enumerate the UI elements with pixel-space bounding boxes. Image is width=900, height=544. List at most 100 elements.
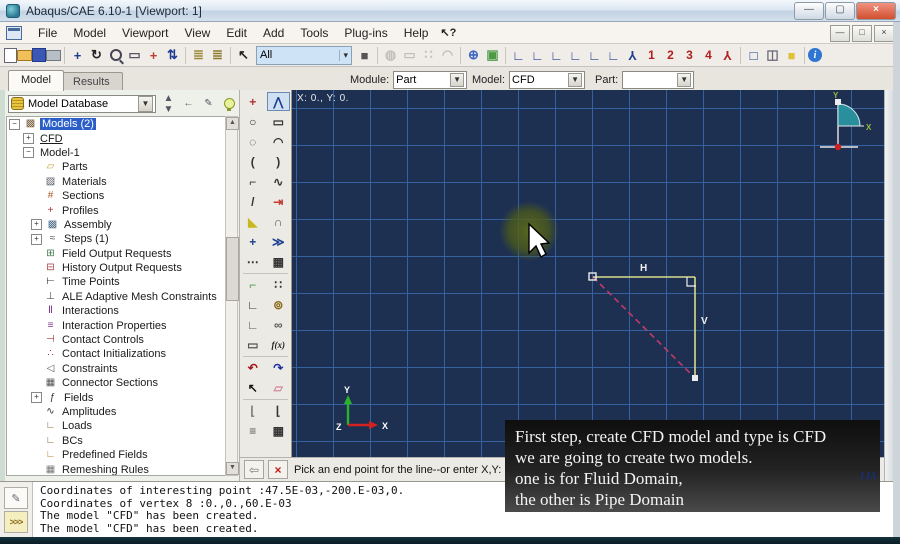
sketch-spline-tool[interactable]: ∿: [267, 172, 290, 191]
menu-edit[interactable]: Edit: [218, 24, 255, 42]
viewport-2-button[interactable]: 2: [661, 46, 680, 65]
tree-item-time-points[interactable]: ⊢ Time Points: [7, 275, 225, 289]
magnify-view-icon[interactable]: [106, 46, 125, 65]
chevron-down-icon[interactable]: ▼: [450, 73, 465, 87]
pan-view-icon[interactable]: +: [68, 46, 87, 65]
viewport-3-button[interactable]: 3: [680, 46, 699, 65]
tree-item-amplitudes[interactable]: ∿ Amplitudes: [7, 405, 225, 419]
tree-item-interactions[interactable]: Ⅱ Interactions: [7, 304, 225, 318]
sketch-grid-snap-tool[interactable]: ∷: [267, 275, 290, 294]
menu-tools[interactable]: Tools: [292, 24, 336, 42]
mesh-globe-icon[interactable]: ⊕: [464, 46, 483, 65]
view-right-icon[interactable]: ∟: [604, 46, 623, 65]
hiddenline-render-icon[interactable]: ◫: [763, 46, 782, 65]
tree-item-materials[interactable]: ▨ Materials: [7, 175, 225, 189]
sketch-pattern-tool[interactable]: ▦: [267, 252, 290, 271]
sketch-add-dimension-tool[interactable]: +: [241, 232, 264, 251]
tips-lightbulb-icon[interactable]: [224, 98, 235, 111]
save-icon[interactable]: [32, 48, 46, 62]
menu-view[interactable]: View: [177, 24, 219, 42]
model-combo[interactable]: CFD ▼: [509, 71, 586, 89]
fit-view-icon[interactable]: +: [144, 46, 163, 65]
new-file-icon[interactable]: [4, 47, 17, 63]
tree-item-model-1[interactable]: − Model-1: [7, 146, 225, 160]
part-combo[interactable]: ▼: [622, 71, 695, 89]
select-cursor-icon[interactable]: ↖: [234, 46, 253, 65]
chevron-down-icon[interactable]: ▾: [339, 49, 348, 61]
sketch-auto-dimension-tool[interactable]: ≫: [267, 232, 290, 251]
tree-spin-buttons[interactable]: ▲ ▼: [161, 93, 176, 115]
sketch-construction-line-tool[interactable]: ⇥: [267, 192, 290, 211]
window-maximize-button[interactable]: ▢: [825, 2, 855, 20]
menu-viewport[interactable]: Viewport: [114, 24, 176, 42]
sketch-fillet-tool[interactable]: ⌐: [241, 172, 264, 191]
viewport-mdi-icon[interactable]: [6, 25, 22, 40]
sketch-offset-tool[interactable]: ◣: [241, 212, 264, 231]
sketch-options-tool[interactable]: ⌐: [241, 275, 264, 294]
tree-item-parts[interactable]: ▱ Parts: [7, 160, 225, 174]
tree-item-sections[interactable]: # Sections: [7, 189, 225, 203]
scrollbar-thumb[interactable]: [226, 237, 239, 301]
sketch-drag-tool[interactable]: ▭: [241, 335, 264, 354]
tree-item-ale-adaptive-mesh-constraints[interactable]: ⊥ ALE Adaptive Mesh Constraints: [7, 290, 225, 304]
tab-model[interactable]: Model: [8, 70, 64, 91]
rotate-view-icon[interactable]: ↻: [87, 46, 106, 65]
tree-item-fields[interactable]: + ƒ Fields: [7, 390, 225, 404]
query-ladder-icon[interactable]: ≣: [189, 46, 208, 65]
kernel-cli-icon[interactable]: >>>: [4, 511, 28, 533]
expand-icon[interactable]: +: [31, 219, 42, 231]
mdi-restore-button[interactable]: □: [852, 25, 872, 42]
endpoint-marker[interactable]: [692, 375, 698, 381]
view-back-icon[interactable]: ∟: [528, 46, 547, 65]
module-combo[interactable]: Part ▼: [393, 71, 468, 89]
chevron-down-icon[interactable]: ▼: [568, 73, 583, 87]
view-top-icon[interactable]: ∟: [547, 46, 566, 65]
sketch-constraint-tool[interactable]: ⊚: [267, 295, 290, 314]
tree-item-cfd[interactable]: + CFD: [7, 131, 225, 145]
sketch-reload-sketch-tool[interactable]: ⌊: [267, 401, 290, 420]
sketch-sketcher-grid-tool[interactable]: ▦: [267, 421, 290, 440]
tree-item-loads[interactable]: ∟ Loads: [7, 419, 225, 433]
collapse-icon[interactable]: −: [23, 147, 34, 159]
sketch-trim-tool[interactable]: ∟: [241, 295, 264, 314]
model-database-combo[interactable]: Model Database ▼: [8, 94, 156, 113]
sketch-arc-3points-tool[interactable]: ◠: [267, 132, 290, 151]
scroll-down-icon[interactable]: ▼: [226, 462, 239, 475]
selection-filter-combo[interactable]: All ▾: [256, 45, 352, 65]
tree-item-predefined-fields[interactable]: ∟ Predefined Fields: [7, 448, 225, 462]
tree-item-contact-controls[interactable]: ⊣ Contact Controls: [7, 333, 225, 347]
tree-item-history-output-requests[interactable]: ⊟ History Output Requests: [7, 261, 225, 275]
chevron-down-icon[interactable]: ▼: [138, 95, 153, 112]
menu-add[interactable]: Add: [255, 24, 292, 42]
tree-item-remeshing-rules[interactable]: ▦ Remeshing Rules: [7, 462, 225, 475]
sketch-merge-tool[interactable]: ∟: [241, 315, 264, 334]
menu-help[interactable]: Help: [396, 24, 437, 42]
viewport-4-button[interactable]: 4: [699, 46, 718, 65]
expand-icon[interactable]: +: [31, 233, 42, 245]
sketch-select-tool[interactable]: ↖: [241, 378, 264, 397]
view-left-icon[interactable]: ∟: [585, 46, 604, 65]
tree-item-contact-initializations[interactable]: ∴ Contact Initializations: [7, 347, 225, 361]
sketch-ellipse-tool[interactable]: ◌: [241, 132, 264, 151]
tree-collapse-button[interactable]: ←: [181, 98, 196, 109]
view-front-icon[interactable]: ∟: [509, 46, 528, 65]
mdi-close-button[interactable]: ×: [874, 25, 894, 42]
tree-scrollbar[interactable]: ▲ ▼: [225, 116, 239, 476]
sketch-circle-tool[interactable]: ○: [241, 112, 264, 131]
print-icon[interactable]: [46, 49, 61, 61]
view-bottom-icon[interactable]: ∟: [566, 46, 585, 65]
prompt-back-button[interactable]: ⇦: [244, 460, 264, 479]
sketch-delete-tool[interactable]: ▱: [267, 378, 290, 397]
message-area-icon[interactable]: ✎: [4, 487, 28, 509]
cycle-views-icon[interactable]: ⇅: [163, 46, 182, 65]
tree-item-interaction-properties[interactable]: ≡ Interaction Properties: [7, 318, 225, 332]
sketch-redo-button[interactable]: ↷: [267, 358, 290, 377]
window-close-button[interactable]: ×: [856, 2, 896, 20]
context-help-icon[interactable]: ↖?: [436, 26, 460, 39]
sketch-point-tool[interactable]: +: [241, 92, 264, 111]
expand-icon[interactable]: +: [31, 392, 42, 404]
sketch-arc-tangent-tool[interactable]: ): [267, 152, 290, 171]
collapse-icon[interactable]: −: [9, 118, 20, 130]
zoom-box-icon[interactable]: ▭: [125, 46, 144, 65]
menu-plugins[interactable]: Plug-ins: [336, 24, 395, 42]
